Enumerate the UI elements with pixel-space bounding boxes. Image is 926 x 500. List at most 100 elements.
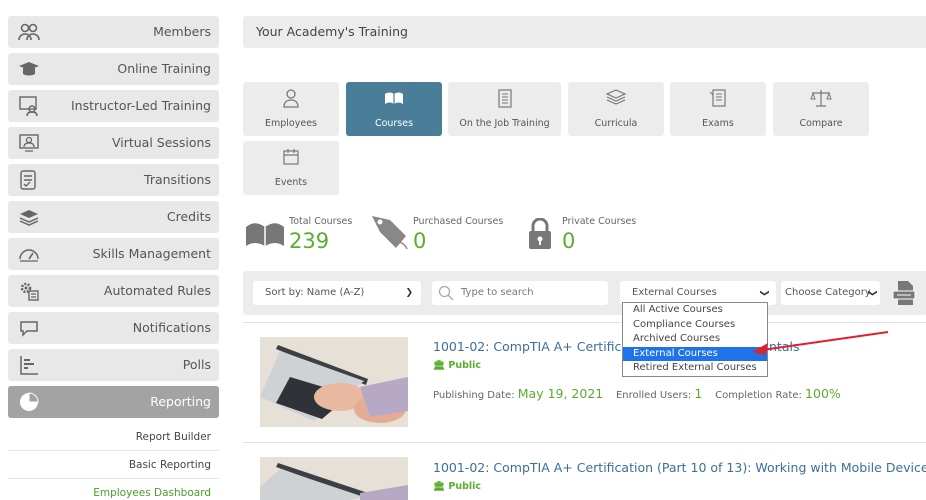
sidebar-item-label: Virtual Sessions xyxy=(111,135,211,150)
public-building-icon: 🏛 xyxy=(433,360,446,371)
chevron-down-icon: ❯ xyxy=(759,289,770,297)
tab-exams[interactable]: Exams xyxy=(670,82,766,136)
publishing-date-label: Publishing Date: xyxy=(433,390,515,401)
transitions-icon xyxy=(20,170,36,190)
visibility-badge: 🏛 Public xyxy=(433,360,481,371)
lock-icon xyxy=(529,218,551,249)
stat-label-purchased-courses: Purchased Courses xyxy=(413,216,504,227)
open-book-icon xyxy=(385,92,403,104)
sidebar-item-skills-management[interactable]: Skills Management xyxy=(8,238,219,270)
pie-chart-icon xyxy=(20,392,39,411)
laptop-typing-image xyxy=(260,337,408,427)
tab-label: Exams xyxy=(702,118,734,129)
sidebar-item-notifications[interactable]: Notifications xyxy=(8,312,219,344)
completion-rate-label: Completion Rate: xyxy=(715,390,802,401)
enrolled-users-value: 1 xyxy=(694,386,703,401)
tab-label: Compare xyxy=(799,118,843,129)
virtual-session-icon xyxy=(19,134,39,152)
sidebar-item-label: Notifications xyxy=(132,320,211,335)
laptop-typing-image xyxy=(260,457,408,500)
course-card: 1001-02: CompTIA A+ Certification (Part … xyxy=(243,442,926,500)
search-icon xyxy=(438,285,454,301)
sidebar-item-label: Members xyxy=(153,24,211,39)
tab-employees[interactable]: Employees xyxy=(243,82,339,136)
sidebar-item-label: Reporting xyxy=(150,394,211,409)
category-select[interactable]: Choose Category ❯ xyxy=(781,281,880,305)
sidebar-item-automated-rules[interactable]: Automated Rules xyxy=(8,275,219,307)
tab-courses[interactable]: Courses xyxy=(346,82,442,136)
graduation-cap-icon xyxy=(19,62,39,76)
course-title[interactable]: 1001-02: CompTIA A+ Certification (Part … xyxy=(433,460,926,475)
price-tag-icon xyxy=(372,216,408,250)
chevron-down-icon: ❯ xyxy=(867,289,878,297)
poll-bars-icon xyxy=(20,356,38,375)
stat-value-purchased-courses: 0 xyxy=(413,229,427,253)
calendar-icon xyxy=(283,149,299,165)
tab-label: Courses xyxy=(374,118,414,129)
sidebar-item-virtual-sessions[interactable]: Virtual Sessions xyxy=(8,127,219,159)
exam-sheet-icon xyxy=(709,89,726,107)
visibility-label: Public xyxy=(448,360,482,371)
books-icon xyxy=(605,89,627,105)
publishing-date-value: May 19, 2021 xyxy=(517,386,604,401)
sidebar-item-online-training[interactable]: Online Training xyxy=(8,53,219,85)
category-value: Choose Category xyxy=(785,287,871,298)
visibility-label: Public xyxy=(448,481,482,492)
open-book-stat-icon xyxy=(246,223,284,246)
tab-curricula[interactable]: Curricula xyxy=(568,82,664,136)
sort-select[interactable]: Sort by: Name (A-Z) ❯ xyxy=(253,281,421,305)
export-csv-icon[interactable] xyxy=(892,279,918,307)
tab-label: Curricula xyxy=(594,118,638,129)
tab-on-the-job-training[interactable]: On the Job Training xyxy=(448,82,561,136)
sidebar-item-polls[interactable]: Polls xyxy=(8,349,219,381)
sidebar-subitem-report-builder[interactable]: Report Builder xyxy=(8,423,219,451)
red-arrow-annotation xyxy=(752,331,889,355)
public-building-icon: 🏛 xyxy=(433,481,446,492)
sidebar-item-label: Instructor-Led Training xyxy=(70,98,211,113)
stat-value-private-courses: 0 xyxy=(562,229,576,253)
sidebar-item-instructor-led-training[interactable]: Instructor-Led Training xyxy=(8,90,219,122)
gauge-icon xyxy=(19,249,39,262)
enrolled-users-label: Enrolled Users: xyxy=(615,390,692,401)
sidebar-item-members[interactable]: Members xyxy=(8,16,219,48)
sidebar-item-label: Credits xyxy=(166,209,211,224)
tab-events[interactable]: Events xyxy=(243,141,339,195)
stat-value-total-courses: 239 xyxy=(289,229,330,253)
tab-compare[interactable]: Compare xyxy=(773,82,869,136)
clipboard-icon xyxy=(497,89,512,108)
search-input[interactable]: Type to search xyxy=(432,281,608,305)
sidebar: Members Online Training Instructor-Led T… xyxy=(8,16,219,500)
sidebar-item-label: Transitions xyxy=(144,172,211,187)
sidebar-item-transitions[interactable]: Transitions xyxy=(8,164,219,196)
chat-bubble-icon xyxy=(20,321,38,337)
instructor-icon xyxy=(19,96,38,117)
course-thumbnail[interactable] xyxy=(260,457,408,500)
sidebar-item-label: Polls xyxy=(182,357,211,372)
dropdown-option-retired-external-courses[interactable]: Retired External Courses xyxy=(623,361,767,376)
sidebar-item-reporting[interactable]: Reporting xyxy=(8,386,219,418)
visibility-badge: 🏛 Public xyxy=(433,481,481,492)
stat-label-private-courses: Private Courses xyxy=(562,216,637,227)
completion-rate-value: 100% xyxy=(805,386,841,401)
search-placeholder: Type to search xyxy=(461,287,534,298)
course-meta: Publishing Date: May 19, 2021 Enrolled U… xyxy=(433,386,841,401)
sidebar-subitem-employees-dashboard[interactable]: Employees Dashboard xyxy=(8,479,219,500)
sidebar-item-label: Online Training xyxy=(117,61,211,76)
credits-stack-icon xyxy=(19,210,39,226)
course-thumbnail[interactable] xyxy=(260,337,408,427)
gear-rules-icon xyxy=(20,282,39,301)
chevron-down-icon: ❯ xyxy=(405,288,413,298)
tab-label: Employees xyxy=(265,118,317,129)
sidebar-subitem-basic-reporting[interactable]: Basic Reporting xyxy=(8,451,219,479)
members-icon xyxy=(18,23,40,41)
scales-icon xyxy=(810,90,832,107)
sidebar-item-label: Skills Management xyxy=(92,246,211,261)
dropdown-option-all-active-courses[interactable]: All Active Courses xyxy=(623,303,767,318)
page-header: Your Academy's Training xyxy=(243,16,926,48)
tab-label: On the Job Training xyxy=(459,118,550,129)
sidebar-item-label: Automated Rules xyxy=(103,283,211,298)
sort-select-value: Sort by: Name (A-Z) xyxy=(265,287,365,298)
sidebar-item-credits[interactable]: Credits xyxy=(8,201,219,233)
tab-label: Events xyxy=(274,177,308,188)
course-title[interactable]: 1001-02: CompTIA A+ Certificatio xyxy=(433,339,645,354)
